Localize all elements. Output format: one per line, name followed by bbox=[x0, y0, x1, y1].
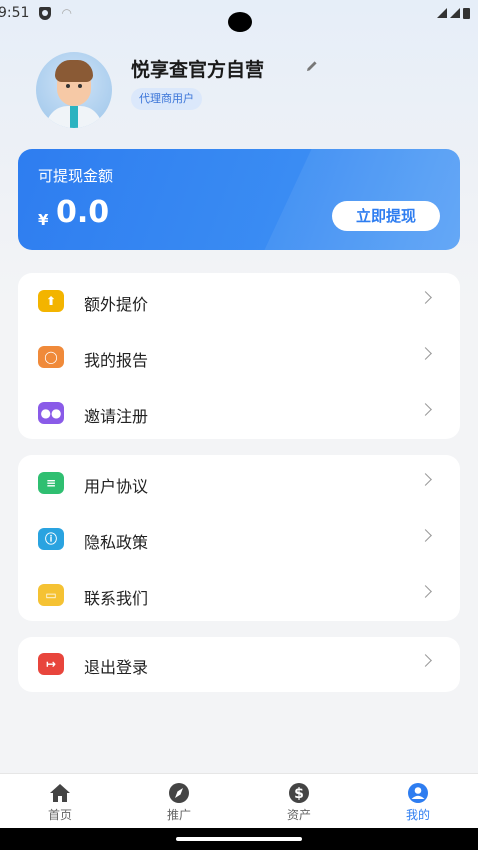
chevron-right-icon bbox=[419, 654, 432, 667]
wifi-icon: ◠ bbox=[61, 6, 72, 20]
profile-name: 悦享查官方自营 bbox=[131, 59, 265, 81]
logout-icon: ↦ bbox=[38, 653, 64, 675]
menu-item-invite-register[interactable]: ●● 邀请注册 bbox=[18, 385, 460, 441]
withdraw-button[interactable]: 立即提现 bbox=[332, 201, 440, 231]
status-time: 9:51 bbox=[0, 5, 30, 21]
chevron-right-icon bbox=[419, 403, 432, 416]
svg-text:$: $ bbox=[294, 786, 304, 802]
cell-signal-icon bbox=[450, 8, 460, 18]
menu-item-label: 邀请注册 bbox=[84, 407, 149, 426]
wifi-signal-icon bbox=[437, 8, 447, 18]
user-icon bbox=[408, 783, 428, 803]
menu-item-label: 额外提价 bbox=[84, 295, 149, 314]
nav-label: 资产 bbox=[286, 808, 311, 822]
battery-icon bbox=[463, 7, 470, 19]
avatar[interactable] bbox=[36, 52, 112, 128]
edit-pencil-icon[interactable] bbox=[305, 59, 319, 73]
home-indicator[interactable] bbox=[176, 837, 302, 841]
nav-item-promote[interactable]: 推广 bbox=[139, 774, 219, 829]
nav-label: 首页 bbox=[47, 808, 72, 822]
document-icon: ≡ bbox=[38, 472, 64, 494]
balance-amount: 0.0 bbox=[56, 195, 110, 230]
balance-label: 可提现金额 bbox=[38, 167, 114, 185]
chevron-right-icon bbox=[419, 529, 432, 542]
briefcase-icon: ▭ bbox=[38, 584, 64, 606]
compass-icon bbox=[169, 783, 189, 803]
nav-label: 我的 bbox=[405, 808, 430, 822]
menu-card-3: ↦ 退出登录 bbox=[18, 637, 460, 692]
role-badge: 代理商用户 bbox=[131, 88, 202, 110]
menu-item-extra-price[interactable]: ⬆ 额外提价 bbox=[18, 273, 460, 329]
menu-item-label: 退出登录 bbox=[84, 658, 149, 677]
menu-item-label: 用户协议 bbox=[84, 477, 149, 496]
menu-item-user-agreement[interactable]: ≡ 用户协议 bbox=[18, 455, 460, 511]
nav-label: 推广 bbox=[166, 808, 191, 822]
menu-item-logout[interactable]: ↦ 退出登录 bbox=[18, 637, 460, 693]
chevron-right-icon bbox=[419, 473, 432, 486]
bottom-nav: 首页 推广 $ 资产 我的 bbox=[0, 773, 478, 828]
dollar-icon: $ bbox=[289, 783, 309, 803]
info-icon: ⓘ bbox=[38, 528, 64, 550]
nav-item-home[interactable]: 首页 bbox=[20, 774, 100, 829]
menu-item-label: 隐私政策 bbox=[84, 533, 149, 552]
nav-item-mine[interactable]: 我的 bbox=[378, 774, 458, 829]
menu-item-label: 我的报告 bbox=[84, 351, 149, 370]
report-icon: ◯ bbox=[38, 346, 64, 368]
chevron-right-icon bbox=[419, 585, 432, 598]
chevron-right-icon bbox=[419, 347, 432, 360]
home-icon bbox=[50, 784, 70, 802]
camera-cutout bbox=[228, 12, 252, 32]
upload-icon: ⬆ bbox=[38, 290, 64, 312]
menu-item-label: 联系我们 bbox=[84, 589, 149, 608]
chevron-right-icon bbox=[419, 291, 432, 304]
nav-item-assets[interactable]: $ 资产 bbox=[259, 774, 339, 829]
menu-item-my-reports[interactable]: ◯ 我的报告 bbox=[18, 329, 460, 385]
balance-card: 可提现金额 ¥ 0.0 立即提现 bbox=[18, 149, 460, 250]
users-icon: ●● bbox=[38, 402, 64, 424]
shield-icon bbox=[39, 6, 52, 20]
menu-item-contact-us[interactable]: ▭ 联系我们 bbox=[18, 567, 460, 623]
currency-symbol: ¥ bbox=[38, 211, 49, 229]
menu-item-privacy-policy[interactable]: ⓘ 隐私政策 bbox=[18, 511, 460, 567]
menu-card-1: ⬆ 额外提价 ◯ 我的报告 ●● 邀请注册 bbox=[18, 273, 460, 439]
menu-card-2: ≡ 用户协议 ⓘ 隐私政策 ▭ 联系我们 bbox=[18, 455, 460, 621]
